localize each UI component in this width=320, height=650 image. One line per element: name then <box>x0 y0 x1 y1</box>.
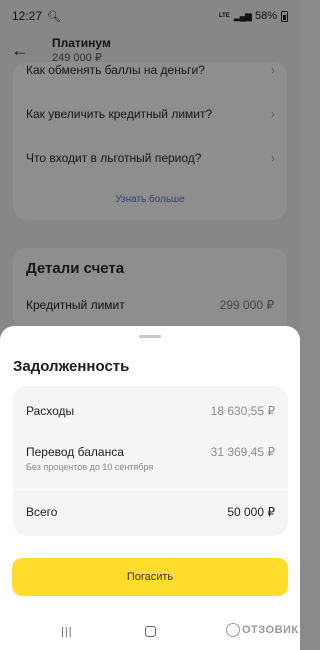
watermark-logo-icon <box>226 623 240 637</box>
pay-off-button[interactable]: Погасить <box>12 558 288 596</box>
balance-transfer-note: Без процентов до 10 сентября <box>26 462 154 472</box>
balance-transfer-row: Перевод баланса Без процентов до 10 сент… <box>26 445 275 472</box>
watermark: ОТЗОВИК <box>226 623 299 637</box>
home-icon[interactable] <box>145 626 156 637</box>
balance-transfer-label: Перевод баланса <box>26 445 124 459</box>
total-value: 50 000 ₽ <box>227 505 275 519</box>
total-row: Всего 50 000 ₽ <box>26 505 275 519</box>
sheet-title: Задолженность <box>13 358 130 375</box>
debt-breakdown-card: Расходы 18 630,55 ₽ Перевод баланса Без … <box>13 386 288 536</box>
balance-transfer-value: 31 369,45 ₽ <box>210 445 275 459</box>
expenses-label: Расходы <box>26 404 75 418</box>
recents-icon[interactable]: ||| <box>61 626 73 638</box>
balance-transfer-text: Перевод баланса Без процентов до 10 сент… <box>26 445 153 472</box>
system-nav-bar: ||| ОТЗОВИК <box>0 614 300 650</box>
debt-bottom-sheet: Задолженность Расходы 18 630,55 ₽ Перево… <box>0 326 300 650</box>
expenses-value: 18 630,55 ₽ <box>210 404 275 418</box>
watermark-text: ОТЗОВИК <box>242 624 299 636</box>
total-label: Всего <box>26 505 58 519</box>
divider <box>13 489 288 490</box>
sheet-drag-handle[interactable] <box>139 335 161 338</box>
expenses-row: Расходы 18 630,55 ₽ <box>26 404 275 418</box>
